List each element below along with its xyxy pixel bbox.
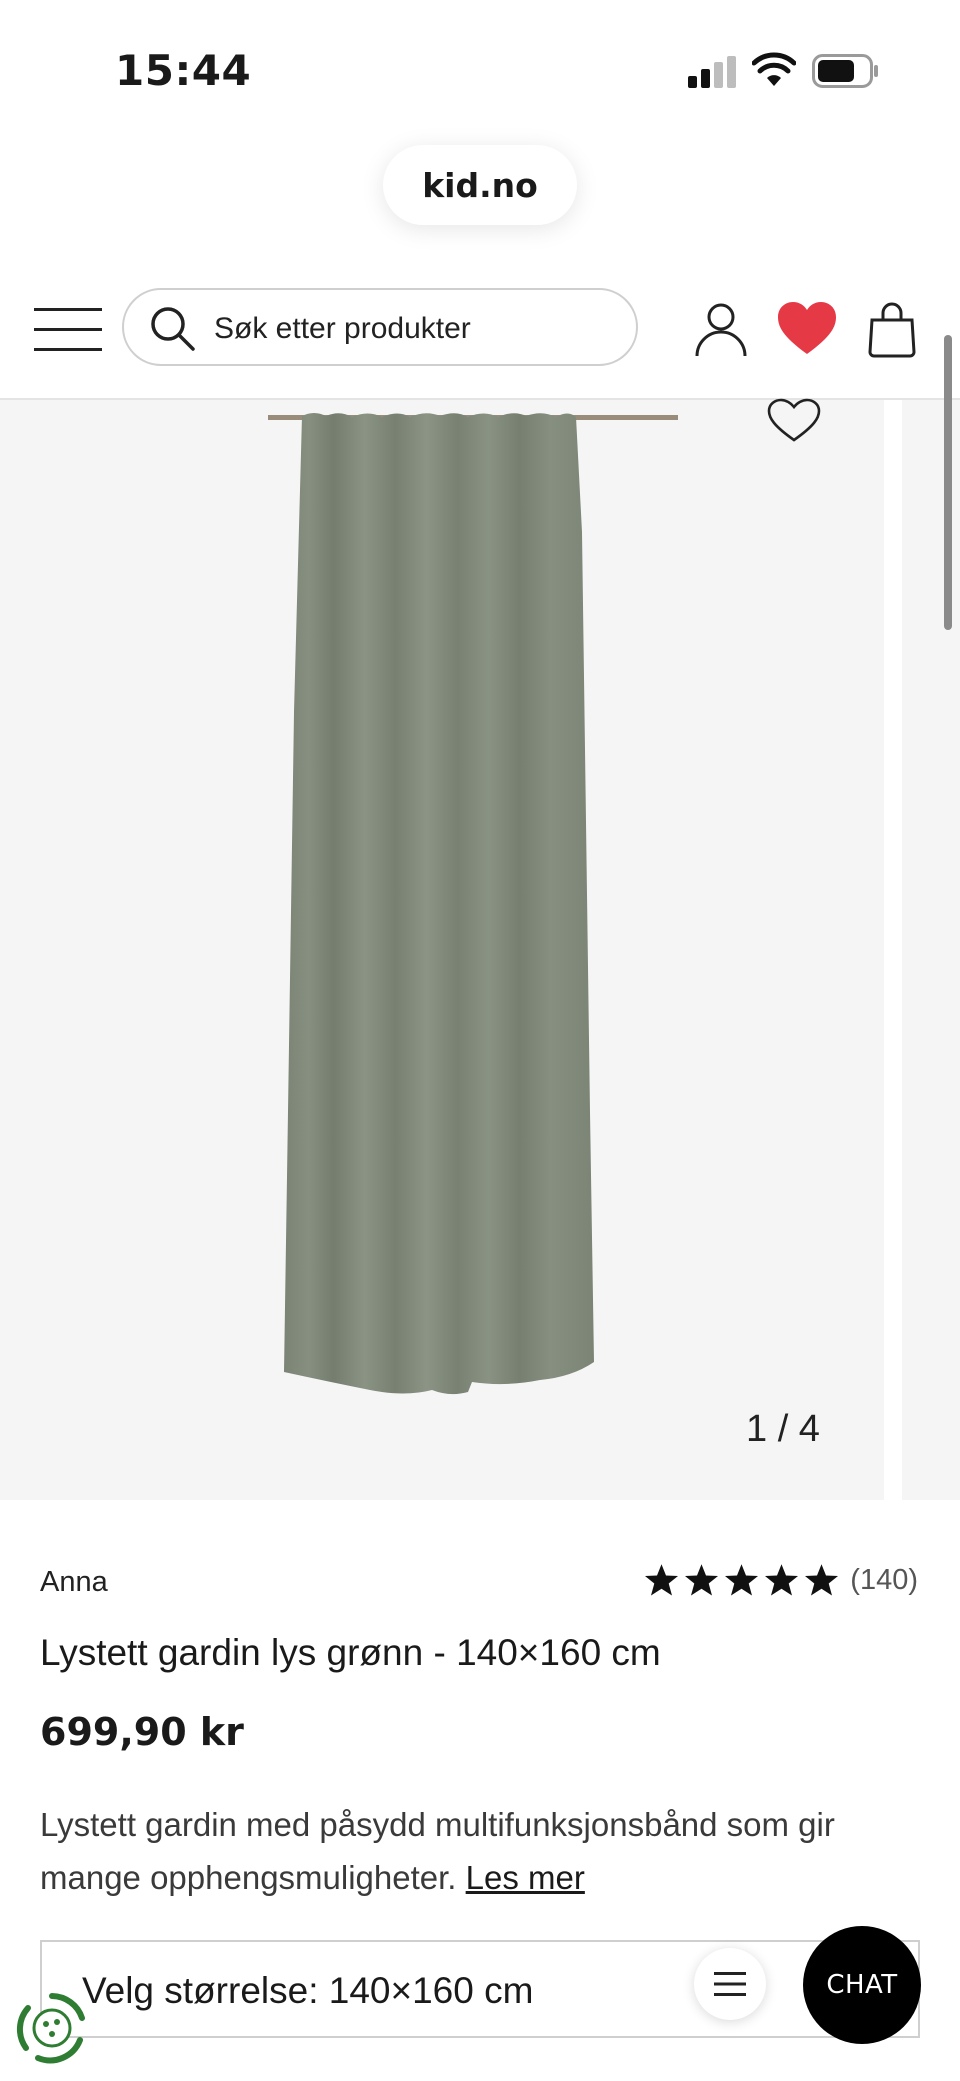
battery-icon (812, 54, 878, 88)
chat-label: CHAT (826, 1970, 898, 2000)
curtain-product-image (268, 413, 678, 1395)
search-placeholder: Søk etter produkter (214, 312, 471, 345)
product-brand[interactable]: Anna (40, 1566, 108, 1599)
gallery-slide[interactable]: 1 / 4 (0, 398, 884, 1500)
star-icon (805, 1564, 839, 1596)
signal-icon (688, 56, 736, 88)
size-selector[interactable]: Velg størrelse: 140×160 cm (40, 1940, 920, 2038)
chat-button[interactable]: CHAT (803, 1926, 921, 2044)
slide-counter: 1 / 4 (746, 1408, 820, 1450)
product-title: Lystett gardin lys grønn - 140×160 cm (40, 1632, 661, 1673)
shopping-bag-icon[interactable] (868, 300, 916, 358)
status-time: 15:44 (115, 46, 252, 95)
search-icon (151, 307, 195, 351)
status-bar: 15:44 (0, 0, 960, 140)
list-icon (714, 1972, 746, 1996)
url-bar[interactable]: kid.no (383, 145, 577, 225)
read-more-link[interactable]: Les mer (466, 1859, 585, 1896)
rating-stars (643, 1562, 840, 1598)
size-selector-label: Velg størrelse: 140×160 cm (82, 1970, 534, 2011)
recycle-badge-icon[interactable] (16, 1992, 88, 2064)
product-rating[interactable]: (140) (643, 1562, 918, 1598)
account-icon[interactable] (692, 300, 750, 358)
star-icon (685, 1564, 719, 1596)
review-count: (140) (850, 1563, 918, 1596)
product-description: Lystett gardin med påsydd multifunksjons… (40, 1798, 920, 1904)
product-gallery[interactable]: 1 / 4 (0, 398, 960, 1500)
url-text: kid.no (422, 165, 538, 205)
hamburger-menu-icon[interactable] (34, 304, 106, 356)
wifi-icon (752, 52, 796, 86)
product-price: 699,90 kr (40, 1710, 244, 1754)
site-header: Søk etter produkter (0, 280, 960, 400)
favorites-heart-icon[interactable] (778, 302, 836, 356)
search-input[interactable]: Søk etter produkter (122, 288, 638, 366)
star-icon (725, 1564, 759, 1596)
page-scrollbar[interactable] (944, 335, 952, 630)
description-text: Lystett gardin med påsydd multifunksjons… (40, 1806, 835, 1896)
list-menu-button[interactable] (694, 1948, 766, 2020)
star-icon (765, 1564, 799, 1596)
star-icon (645, 1564, 679, 1596)
add-to-wishlist-heart-icon[interactable] (766, 398, 822, 442)
